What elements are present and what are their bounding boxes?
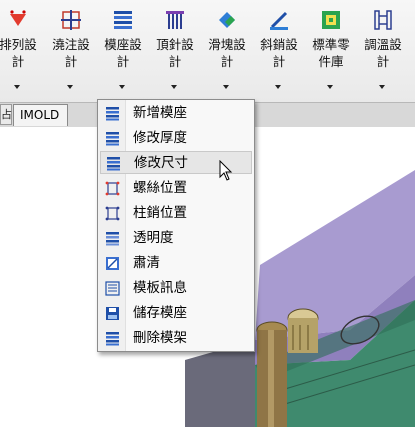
menu-item-label: 透明度 — [133, 230, 174, 246]
temperature-control-design-label-line1: 調溫設 — [364, 37, 402, 52]
menu-item-modify-thickness[interactable]: 修改厚度 — [100, 127, 252, 150]
chevron-down-icon[interactable] — [379, 85, 385, 89]
arrange-design-label-line2: 計 — [11, 54, 25, 69]
slider-design-icon — [219, 12, 235, 28]
menu-item-label: 肅清 — [133, 255, 160, 271]
menu-item-pin-position[interactable]: 柱銷位置 — [100, 202, 252, 225]
arrange-design-label-line1: 排列設 — [0, 37, 37, 52]
mold-base-design-icon — [114, 11, 132, 29]
chevron-down-icon[interactable] — [223, 85, 229, 89]
ejector-pin-design-label-line1: 頂針設 — [156, 37, 194, 52]
pour-design-icon — [61, 10, 81, 30]
chevron-down-icon[interactable] — [171, 85, 177, 89]
save-mold-base-icon — [106, 307, 119, 320]
slider-design-label-line2: 計 — [220, 54, 234, 69]
slider-design-label-line1: 滑塊設 — [208, 37, 246, 52]
angle-pin-design-label-line2: 計 — [272, 54, 286, 69]
clear-icon — [106, 257, 119, 270]
screw-position-icon — [105, 181, 120, 196]
menu-item-save-mold-base[interactable]: 儲存模座 — [100, 302, 252, 325]
menu-item-transparency[interactable]: 透明度 — [100, 227, 252, 250]
menu-item-clear[interactable]: 肅清 — [100, 252, 252, 275]
arrange-design-button[interactable]: 排列設計 — [0, 0, 44, 100]
menu-item-new-mold-base[interactable]: 新增模座 — [100, 102, 252, 125]
chevron-down-icon[interactable] — [327, 85, 333, 89]
angle-pin-design-button[interactable]: 斜銷設計 — [253, 0, 305, 100]
angle-pin-design-label-line1: 斜銷設 — [260, 37, 298, 52]
menu-item-plate-info[interactable]: 模板訊息 — [100, 277, 252, 300]
standard-parts-library-label-line1: 標準零 — [312, 37, 350, 52]
pin-position-icon — [105, 206, 120, 221]
transparency-icon — [106, 232, 119, 246]
temperature-control-design-icon — [374, 10, 392, 30]
chevron-down-icon[interactable] — [14, 85, 20, 89]
mold-base-design-button[interactable]: 模座設計 — [97, 0, 149, 100]
chevron-down-icon[interactable] — [67, 85, 73, 89]
mold-base-design-label-line2: 計 — [116, 54, 130, 69]
pour-design-label-line2: 計 — [64, 54, 78, 69]
plate-info-icon — [105, 281, 120, 296]
mold-design-ribbon: 排列設計 澆注設計 模座設計 頂針設計 滑塊設 計 斜銷設 計 標準零 件庫 調… — [0, 0, 415, 103]
ejector-pin-design-label-line2: 計 — [168, 54, 182, 69]
slider-design-button[interactable]: 滑塊設計 — [201, 0, 253, 100]
menu-item-label: 柱銷位置 — [133, 205, 187, 221]
temperature-control-design-button[interactable]: 調溫設計 — [357, 0, 409, 100]
pour-design-label-line1: 澆注設 — [52, 37, 90, 52]
ejector-pin-design-button[interactable]: 頂針設計 — [149, 0, 201, 100]
delete-mold-frame-icon — [106, 332, 119, 346]
menu-item-label: 新增模座 — [133, 105, 187, 121]
side-plate — [185, 340, 255, 427]
pour-design-button[interactable]: 澆注設計 — [45, 0, 97, 100]
standard-parts-library-button[interactable]: 標準零 件庫 — [305, 0, 357, 100]
chevron-down-icon[interactable] — [119, 85, 125, 89]
standard-parts-library-icon — [322, 11, 340, 29]
standard-parts-library-label-line2: 件庫 — [318, 54, 344, 69]
menu-item-label: 模板訊息 — [133, 280, 187, 296]
menu-item-label: 修改尺寸 — [134, 155, 188, 171]
mold-base-design-label-line1: 模座設 — [104, 37, 142, 52]
chevron-down-icon[interactable] — [275, 85, 281, 89]
modify-thickness-icon — [106, 132, 119, 146]
arrange-design-icon — [10, 10, 26, 26]
tab-imold[interactable]: IMOLD — [13, 104, 68, 126]
app-window: 排列設計 澆注設計 模座設計 頂針設計 滑塊設 計 斜銷設 計 標準零 件庫 調… — [0, 0, 415, 427]
new-mold-base-icon — [106, 107, 119, 121]
tab-previous[interactable]: 占 — [0, 104, 12, 125]
menu-item-label: 修改厚度 — [133, 130, 187, 146]
ejector-pin-design-icon — [166, 11, 184, 29]
mouse-pointer-icon — [219, 160, 233, 181]
menu-item-label: 儲存模座 — [133, 305, 187, 321]
temperature-control-design-label-line2: 計 — [376, 54, 390, 69]
menu-item-label: 刪除模架 — [133, 330, 187, 346]
mold-base-context-menu: 新增模座 修改厚度 修改尺寸 螺絲位置 柱銷位置 透明度 肅清 模板訊息 儲存模… — [97, 99, 255, 352]
angle-pin-design-icon — [270, 11, 288, 30]
menu-item-delete-mold-frame[interactable]: 刪除模架 — [100, 327, 252, 350]
menu-item-label: 螺絲位置 — [133, 180, 187, 196]
modify-size-icon — [107, 157, 120, 171]
